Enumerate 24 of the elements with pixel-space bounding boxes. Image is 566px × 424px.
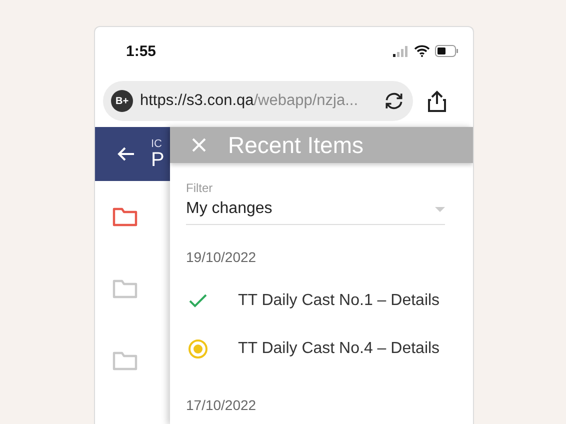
header-overline: IC xyxy=(151,138,163,150)
reload-icon[interactable] xyxy=(383,90,405,112)
recent-item[interactable]: TT Daily Cast No.1 – Details xyxy=(186,277,445,325)
filter-label: Filter xyxy=(186,181,214,195)
check-icon xyxy=(188,293,208,309)
address-bar[interactable]: B+ https://s3.con.qa/webapp/nzja... xyxy=(103,81,413,121)
folder-icon[interactable] xyxy=(112,207,138,227)
battery-icon xyxy=(435,45,459,57)
date-heading: 17/10/2022 xyxy=(186,397,258,413)
close-icon[interactable] xyxy=(192,138,206,152)
signal-icon xyxy=(393,46,409,56)
recent-item[interactable]: TT Daily Cast No.4 – Details xyxy=(186,325,445,373)
wifi-icon xyxy=(414,45,430,57)
status-time: 1:55 xyxy=(126,42,156,60)
dropdown-caret-icon xyxy=(435,206,445,212)
back-arrow-icon[interactable] xyxy=(117,146,135,162)
header-title: P xyxy=(151,150,164,170)
radio-dot-icon xyxy=(188,339,208,359)
url-text: https://s3.con.qa/webapp/nzja... xyxy=(140,92,360,110)
site-badge: B+ xyxy=(111,90,133,112)
share-icon[interactable] xyxy=(427,90,447,112)
date-heading: 19/10/2022 xyxy=(186,249,258,265)
filter-select[interactable]: My changes xyxy=(186,200,445,225)
drawer-title: Recent Items xyxy=(228,132,364,158)
